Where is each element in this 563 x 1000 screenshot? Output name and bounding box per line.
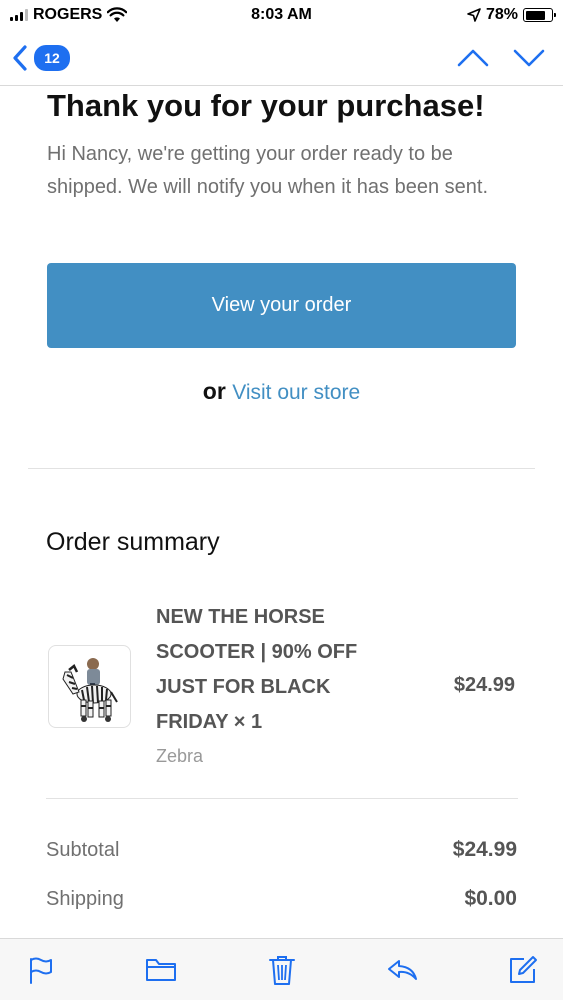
zebra-toy-image <box>62 658 118 722</box>
reply-icon <box>388 959 418 980</box>
previous-message-button[interactable] <box>457 48 489 68</box>
store-link-line: or Visit our store <box>0 378 563 405</box>
move-to-folder-button[interactable] <box>141 950 181 990</box>
compose-icon <box>510 955 537 983</box>
flag-icon <box>30 957 52 984</box>
mail-nav-bar: 12 <box>0 30 563 86</box>
signal-icon <box>10 9 28 21</box>
subtotal-value: $24.99 <box>452 838 517 861</box>
status-right: 78% <box>467 6 556 24</box>
email-title: Thank you for your purchase! <box>47 88 485 123</box>
item-variant: Zebra <box>156 746 204 766</box>
divider <box>28 468 535 469</box>
message-navigation <box>457 48 551 68</box>
product-thumbnail <box>48 645 131 728</box>
compose-button[interactable] <box>503 950 543 990</box>
battery-percent: 78% <box>485 6 518 23</box>
wifi-icon <box>107 7 128 22</box>
order-summary-heading: Order summary <box>46 528 220 556</box>
or-text: or <box>202 378 226 404</box>
flag-button[interactable] <box>20 950 60 990</box>
email-intro: Hi Nancy, we're getting your order ready… <box>47 143 488 198</box>
reply-button[interactable] <box>382 950 422 990</box>
back-chevron-icon <box>13 44 27 71</box>
shipping-label: Shipping <box>46 887 124 910</box>
visit-store-link[interactable]: Visit our store <box>232 381 360 404</box>
email-body: Thank you for your purchase! Hi Nancy, w… <box>0 86 563 938</box>
back-button[interactable]: 12 <box>12 44 70 72</box>
item-price: $24.99 <box>453 674 515 696</box>
mail-toolbar <box>0 938 563 1000</box>
view-order-button[interactable]: View your order <box>47 263 516 348</box>
status-left: ROGERS <box>10 6 128 24</box>
battery-fill <box>525 10 545 20</box>
subtotal-row: Subtotal $24.99 <box>46 838 517 862</box>
carrier-name: ROGERS <box>33 6 103 23</box>
shipping-row: Shipping $0.00 <box>46 887 517 911</box>
trash-icon <box>268 955 295 985</box>
divider <box>46 798 518 799</box>
location-arrow-icon <box>467 8 481 22</box>
next-message-button[interactable] <box>513 48 545 68</box>
battery-icon <box>523 8 556 22</box>
shipping-value: $0.00 <box>464 887 517 910</box>
unread-count-badge: 12 <box>34 44 70 71</box>
folder-icon <box>145 958 176 981</box>
subtotal-label: Subtotal <box>46 838 120 861</box>
item-name: NEW THE HORSE SCOOTER | 90% OFF JUST FOR… <box>156 606 358 733</box>
status-bar: ROGERS 8:03 AM 78% <box>0 0 563 30</box>
trash-button[interactable] <box>262 950 302 990</box>
